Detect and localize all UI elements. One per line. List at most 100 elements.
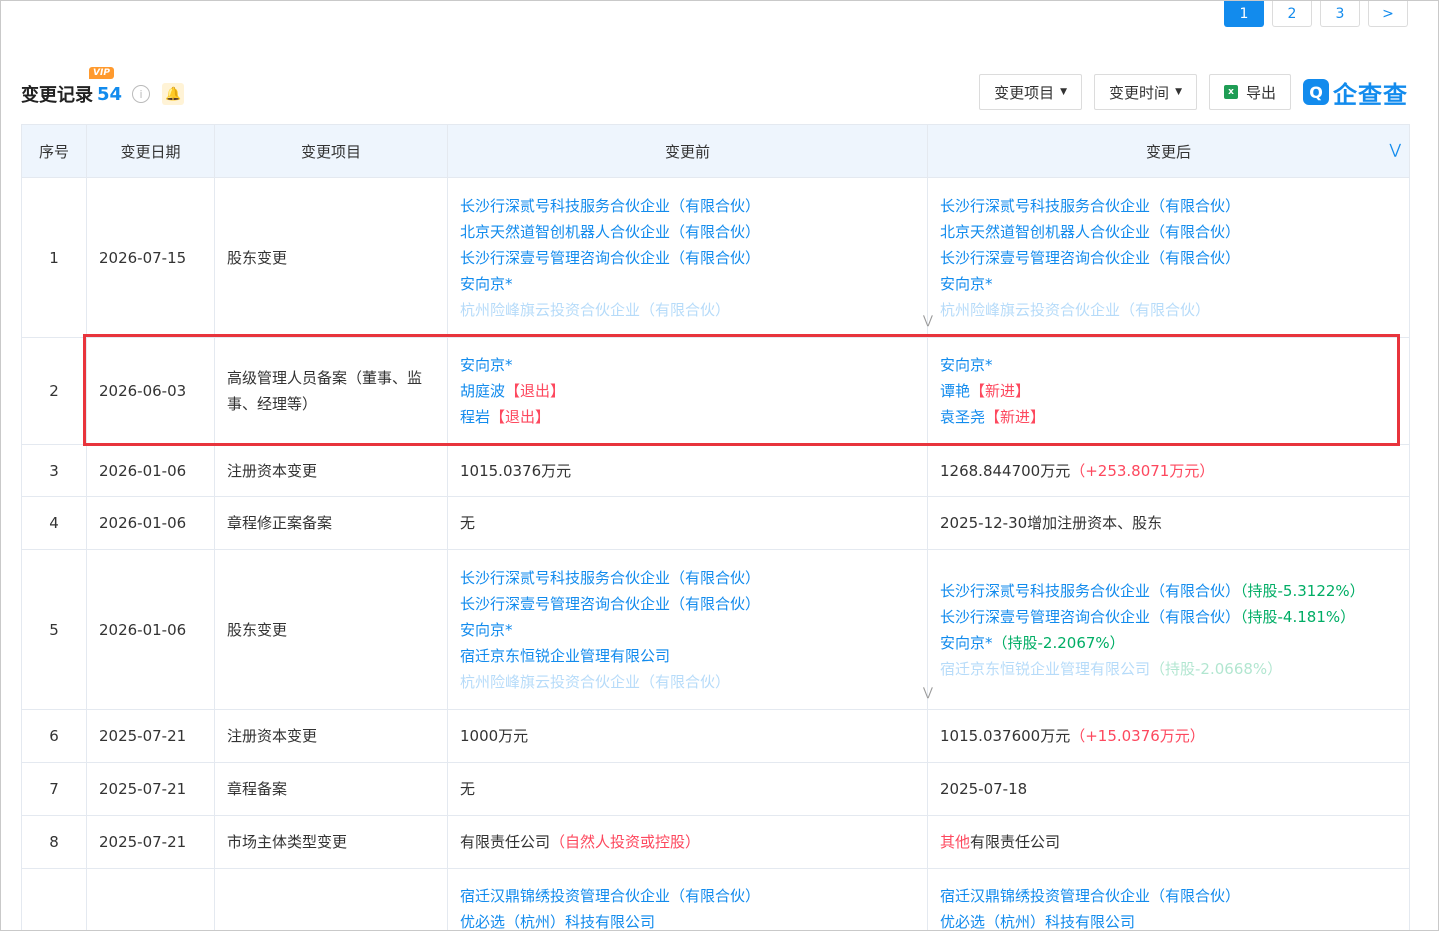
row-before: 长沙行深贰号科技服务合伙企业（有限合伙） 长沙行深壹号管理咨询合伙企业（有限合伙…: [447, 549, 928, 710]
row-date: 2026-07-15: [86, 177, 215, 338]
person-link[interactable]: 安向京*: [940, 356, 993, 374]
shareholder-link[interactable]: 杭州险峰旗云投资合伙企业（有限合伙）: [460, 669, 915, 695]
row-no: 7: [21, 762, 87, 816]
row-no: 6: [21, 709, 87, 763]
table-row: 2 2026-06-03 高级管理人员备案（董事、监事、经理等） 安向京* 胡庭…: [21, 337, 1410, 445]
row-date: [86, 868, 215, 930]
col-header-item: 变更项目: [214, 124, 448, 178]
shareholder-link[interactable]: 长沙行深壹号管理咨询合伙企业（有限合伙）: [460, 591, 915, 617]
col-header-before: 变更前: [447, 124, 928, 178]
table-row: 3 2026-01-06 注册资本变更 1015.0376万元 1268.844…: [21, 444, 1410, 497]
shareholder-link[interactable]: 长沙行深贰号科技服务合伙企业（有限合伙）: [460, 565, 915, 591]
table-row: 5 2026-01-06 股东变更 长沙行深贰号科技服务合伙企业（有限合伙） 长…: [21, 549, 1410, 710]
filter-item-label: 变更项目: [994, 83, 1055, 102]
shareholder-link[interactable]: 安向京*: [940, 271, 1397, 297]
shareholder-link[interactable]: 宿迁京东恒锐企业管理有限公司: [460, 643, 915, 669]
shareholder-link[interactable]: 长沙行深壹号管理咨询合伙企业（有限合伙）: [460, 245, 915, 271]
page-1-button[interactable]: 1: [1224, 1, 1264, 27]
shareholder-link[interactable]: 长沙行深壹号管理咨询合伙企业（有限合伙）: [940, 608, 1240, 626]
shareholder-link[interactable]: 宿迁京东恒锐企业管理有限公司: [940, 660, 1150, 678]
row-after: 长沙行深贰号科技服务合伙企业（有限合伙） 北京天然道智创机器人合伙企业（有限合伙…: [927, 177, 1410, 338]
row-after: 1268.844700万元（+253.8071万元）: [927, 444, 1410, 497]
share-note: （持股-2.2067%）: [992, 633, 1125, 652]
shareholder-link[interactable]: 安向京*: [940, 634, 993, 652]
row-no: 3: [21, 444, 87, 497]
shareholder-link[interactable]: 安向京*: [460, 617, 915, 643]
row-date: 2026-01-06: [86, 496, 215, 550]
pagination: 1 2 3 >: [1224, 1, 1408, 27]
row-no: 2: [21, 337, 87, 445]
share-note: （持股-4.181%）: [1240, 607, 1356, 626]
expand-more-icon[interactable]: ⋁: [923, 313, 933, 327]
row-after: 长沙行深贰号科技服务合伙企业（有限合伙）（持股-5.3122%） 长沙行深壹号管…: [927, 549, 1410, 710]
row-after: 2025-12-30增加注册资本、股东: [927, 496, 1410, 550]
shareholder-link[interactable]: 北京天然道智创机器人合伙企业（有限合伙）: [940, 219, 1397, 245]
row-before: 无: [447, 762, 928, 816]
shareholder-link[interactable]: 宿迁汉鼎锦绣投资管理合伙企业（有限合伙）: [460, 883, 915, 909]
row-date: 2025-07-21: [86, 709, 215, 763]
person-link[interactable]: 安向京*: [460, 356, 513, 374]
filter-time-label: 变更时间: [1109, 83, 1170, 102]
page-2-button[interactable]: 2: [1272, 1, 1312, 27]
chevron-down-icon: ▼: [1175, 87, 1182, 97]
row-before: 1015.0376万元: [447, 444, 928, 497]
row-item: 章程备案: [214, 762, 448, 816]
filter-item-dropdown[interactable]: 变更项目 ▼: [979, 74, 1083, 110]
change-records-panel: 1 2 3 > VIP 变更记录 54 i 🔔 变更项目 ▼ 变更时间 ▼ x …: [0, 0, 1439, 931]
shareholder-link[interactable]: 安向京*: [460, 271, 915, 297]
shareholder-link[interactable]: 宿迁汉鼎锦绣投资管理合伙企业（有限合伙）: [940, 883, 1397, 909]
export-button[interactable]: x 导出: [1208, 74, 1291, 110]
row-date: 2026-01-06: [86, 444, 215, 497]
shareholder-link[interactable]: 优必选（杭州）科技有限公司: [460, 909, 915, 930]
excel-icon: x: [1223, 85, 1238, 99]
col-header-after: 变更后 ⋁: [927, 124, 1410, 178]
shareholder-link[interactable]: 长沙行深贰号科技服务合伙企业（有限合伙）: [940, 193, 1397, 219]
person-link[interactable]: 胡庭波: [460, 382, 505, 400]
row-no: 5: [21, 549, 87, 710]
table-row: 4 2026-01-06 章程修正案备案 无 2025-12-30增加注册资本、…: [21, 496, 1410, 550]
shareholder-link[interactable]: 优必选（杭州）科技有限公司: [940, 909, 1397, 930]
table-row: 7 2025-07-21 章程备案 无 2025-07-18: [21, 762, 1410, 816]
row-before: 安向京* 胡庭波【退出】 程岩【退出】: [447, 337, 928, 445]
row-after: 其他有限责任公司: [927, 815, 1410, 869]
table-row: 8 2025-07-21 市场主体类型变更 有限责任公司（自然人投资或控股） 其…: [21, 815, 1410, 869]
brand-logo: Q 企查查: [1303, 75, 1408, 110]
next-page-button[interactable]: >: [1368, 1, 1408, 27]
qcc-logo-icon: Q: [1303, 79, 1329, 105]
person-link[interactable]: 袁圣尧: [940, 408, 985, 426]
table-row: 6 2025-07-21 注册资本变更 1000万元 1015.037600万元…: [21, 709, 1410, 763]
exit-tag: 【退出】: [505, 382, 566, 400]
shareholder-link[interactable]: 长沙行深壹号管理咨询合伙企业（有限合伙）: [940, 245, 1397, 271]
shareholder-link[interactable]: 杭州险峰旗云投资合伙企业（有限合伙）: [460, 297, 915, 323]
expand-columns-icon[interactable]: ⋁: [1390, 142, 1401, 158]
shareholder-link[interactable]: 长沙行深贰号科技服务合伙企业（有限合伙）: [940, 582, 1240, 600]
shareholder-link[interactable]: 北京天然道智创机器人合伙企业（有限合伙）: [460, 219, 915, 245]
shareholder-link[interactable]: 杭州险峰旗云投资合伙企业（有限合伙）: [940, 297, 1397, 323]
table-row: 1 2026-07-15 股东变更 长沙行深贰号科技服务合伙企业（有限合伙） 北…: [21, 177, 1410, 338]
row-no: 1: [21, 177, 87, 338]
after-value: 1268.844700万元: [940, 461, 1071, 480]
filter-time-dropdown[interactable]: 变更时间 ▼: [1094, 74, 1197, 110]
row-item: 股东变更: [214, 549, 448, 710]
bell-icon[interactable]: 🔔: [162, 83, 185, 105]
row-item: 章程修正案备案: [214, 496, 448, 550]
delta-note: （+15.0376万元）: [1070, 727, 1205, 745]
info-icon[interactable]: i: [132, 85, 151, 103]
person-link[interactable]: 谭艳: [940, 382, 970, 400]
row-item: 市场主体类型变更: [214, 815, 448, 869]
shareholder-link[interactable]: 长沙行深贰号科技服务合伙企业（有限合伙）: [460, 193, 915, 219]
person-link[interactable]: 程岩: [460, 408, 490, 426]
row-before: 有限责任公司（自然人投资或控股）: [447, 815, 928, 869]
row-after: 1015.037600万元（+15.0376万元）: [927, 709, 1410, 763]
page-3-button[interactable]: 3: [1320, 1, 1360, 27]
expand-more-icon[interactable]: ⋁: [923, 685, 933, 699]
row-no: [21, 868, 87, 930]
row-before: 长沙行深贰号科技服务合伙企业（有限合伙） 北京天然道智创机器人合伙企业（有限合伙…: [447, 177, 928, 338]
share-note: （持股-5.3122%）: [1240, 581, 1365, 600]
section-header: VIP 变更记录 54 i 🔔 变更项目 ▼ 变更时间 ▼ x 导出 Q 企查查: [21, 65, 1408, 121]
table-row: 宿迁汉鼎锦绣投资管理合伙企业（有限合伙） 优必选（杭州）科技有限公司 宿迁汉鼎锦…: [21, 868, 1410, 930]
export-label: 导出: [1245, 83, 1276, 102]
col-header-after-label: 变更后: [1145, 142, 1191, 161]
vip-badge: VIP: [89, 67, 114, 79]
delta-note: （+253.8071万元）: [1070, 461, 1215, 480]
